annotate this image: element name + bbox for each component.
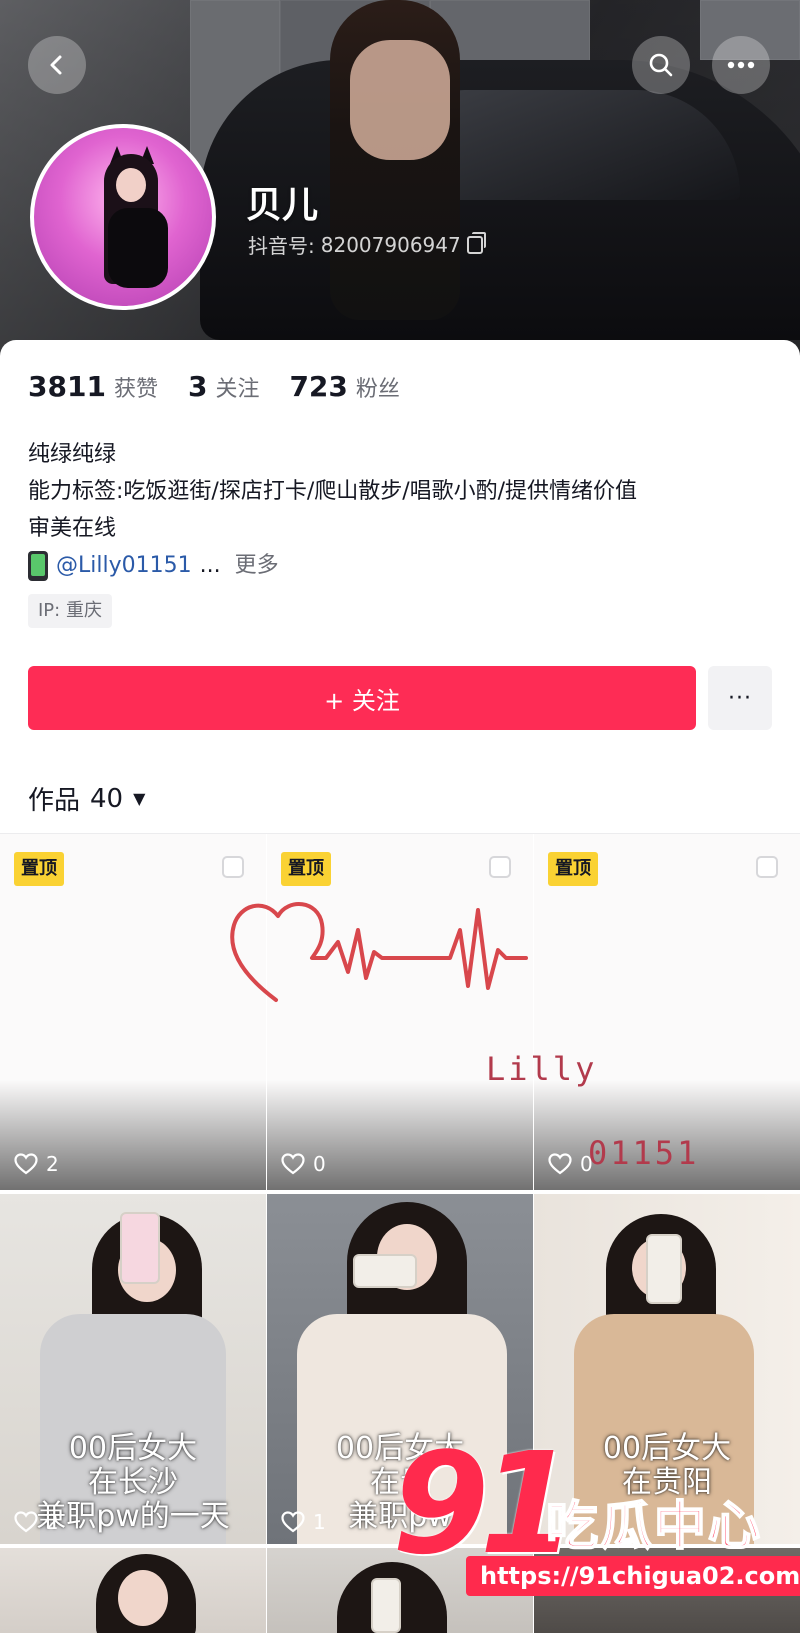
stat-label: 获赞 <box>113 377 158 402</box>
watermark-url: https://91chigua02.com <box>466 1556 800 1596</box>
stat-label: 关注 <box>215 377 260 402</box>
stat-followers[interactable]: 723 粉丝 <box>289 370 399 403</box>
tab-works-label: 作品 <box>28 786 81 816</box>
bio-ellipsis: ... <box>199 553 221 578</box>
douyin-id-row[interactable]: 抖音号: 82007906947 <box>248 230 486 259</box>
bio-line: 能力标签:吃饭逛街/探店打卡/爬山散步/唱歌小酌/提供情绪价值 <box>28 479 638 504</box>
like-count: 0 <box>548 1152 593 1176</box>
back-button[interactable] <box>28 36 86 94</box>
stat-value: 3 <box>187 370 208 403</box>
heartbeat-art <box>230 902 528 1002</box>
art-name-text: Lilly <box>486 1050 598 1088</box>
caption-line: 00后女大 <box>68 1431 198 1466</box>
chevron-left-icon <box>50 55 62 75</box>
video-tile[interactable]: 00后女大 在长沙 兼职pw的一天 2 <box>0 1194 266 1544</box>
heart-outline-icon <box>14 1153 38 1175</box>
heart-outline-icon <box>548 1153 572 1175</box>
stat-likes[interactable]: 3811 获赞 <box>28 370 158 403</box>
cover-figure-back <box>350 40 450 160</box>
select-checkbox[interactable] <box>756 856 778 878</box>
follow-button[interactable]: + 关注 <box>28 666 696 730</box>
stat-following[interactable]: 3 关注 <box>188 370 260 403</box>
douyin-id-label: 抖音号: <box>248 234 315 258</box>
phone-in-hand <box>353 1254 417 1288</box>
bio-mention-row: @Lilly01151 ... 更多 <box>28 547 637 584</box>
watermark-logo: 91 <box>392 1423 577 1586</box>
like-count: 1 <box>281 1510 326 1534</box>
mention-link[interactable]: @Lilly01151 <box>56 547 192 584</box>
stat-label: 粉丝 <box>355 377 400 402</box>
copy-icon[interactable] <box>466 231 486 254</box>
tab-works-count: 40 <box>90 783 124 814</box>
avatar-face <box>116 168 146 202</box>
profile-stats: 3811 获赞 3 关注 723 粉丝 <box>28 370 430 403</box>
profile-bio: 纯绿纯绿 能力标签:吃饭逛街/探店打卡/爬山散步/唱歌小酌/提供情绪价值 审美在… <box>28 436 637 584</box>
pinned-badge: 置顶 <box>548 852 598 886</box>
like-count: 2 <box>14 1152 59 1176</box>
stat-value: 3811 <box>28 370 106 403</box>
heart-outline-icon <box>14 1511 38 1533</box>
search-button[interactable] <box>632 36 690 94</box>
search-icon <box>649 53 673 77</box>
art-code-text: 01151 <box>588 1134 700 1172</box>
phone-icon <box>28 550 48 581</box>
caption-line: 00后女大 <box>602 1431 732 1466</box>
like-count: 0 <box>281 1152 326 1176</box>
phone-in-hand <box>120 1212 160 1284</box>
like-count-value: 2 <box>46 1510 59 1534</box>
tab-works[interactable]: 作品 40 ▼ <box>28 780 145 817</box>
bio-line: 纯绿纯绿 <box>28 442 117 467</box>
more-options-button[interactable] <box>712 36 770 94</box>
select-checkbox[interactable] <box>489 856 511 878</box>
person-face <box>118 1570 168 1626</box>
select-checkbox[interactable] <box>222 856 244 878</box>
heart-outline-icon <box>281 1153 305 1175</box>
avatar-outfit <box>108 208 168 288</box>
douyin-id-value: 82007906947 <box>320 232 461 257</box>
more-actions-button[interactable]: ··· <box>708 666 772 730</box>
watermark-text: 吃瓜中心 <box>545 1496 763 1558</box>
pinned-badge: 置顶 <box>14 852 64 886</box>
phone-in-hand <box>646 1234 682 1304</box>
profile-nickname: 贝儿 <box>246 185 319 226</box>
caret-down-icon: ▼ <box>133 789 146 808</box>
phone-in-hand <box>371 1578 401 1633</box>
video-tile[interactable] <box>0 1548 266 1633</box>
stat-value: 723 <box>289 370 348 403</box>
caption-line: 在长沙 <box>88 1465 178 1500</box>
like-count-value: 2 <box>46 1152 59 1176</box>
heart-outline-icon <box>281 1511 305 1533</box>
like-count-value: 1 <box>313 1510 326 1534</box>
like-count: 2 <box>14 1510 59 1534</box>
pinned-badge: 置顶 <box>281 852 331 886</box>
ip-location-tag: IP: 重庆 <box>28 594 112 628</box>
avatar[interactable] <box>30 124 216 310</box>
cover-car-window <box>420 90 740 200</box>
like-count-value: 0 <box>313 1152 326 1176</box>
bio-line: 审美在线 <box>28 516 117 541</box>
bio-more-link[interactable]: 更多 <box>235 547 279 584</box>
more-dots-icon <box>727 61 755 69</box>
profile-card: 3811 获赞 3 关注 723 粉丝 纯绿纯绿 能力标签:吃饭逛街/探店打卡/… <box>0 340 800 840</box>
